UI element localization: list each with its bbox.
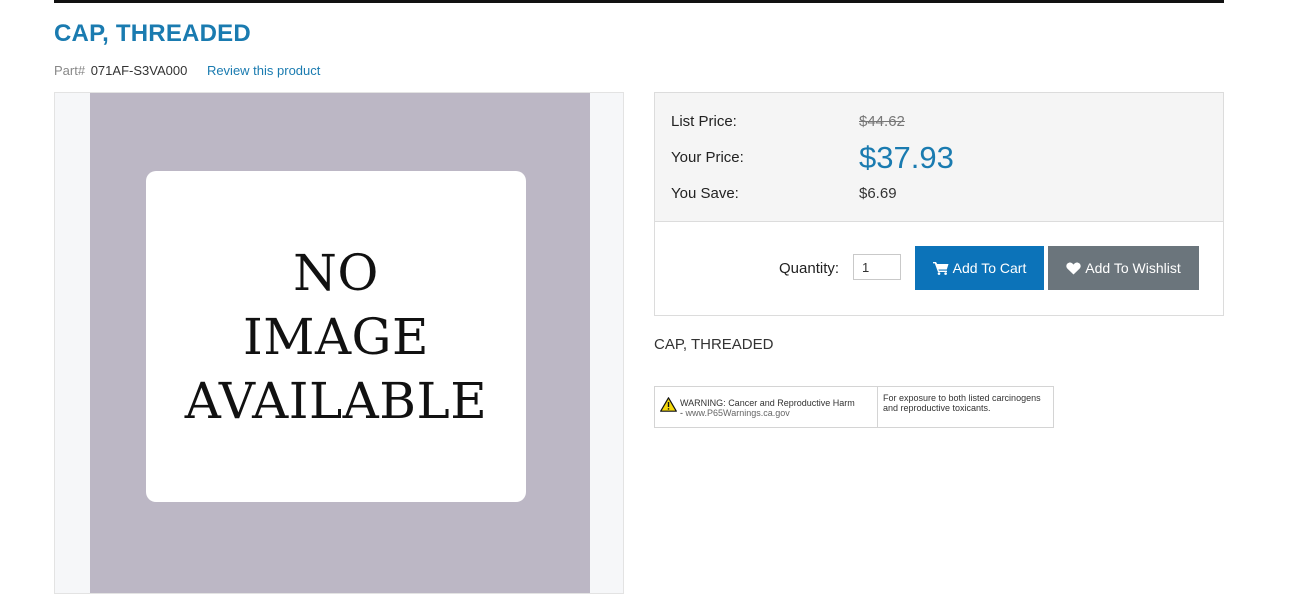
you-save-label: You Save:: [671, 185, 739, 202]
top-divider: [54, 0, 1224, 3]
prop65-link[interactable]: www.P65Warnings.ca.gov: [686, 408, 790, 418]
warning-dash: -: [680, 408, 683, 418]
heart-icon: [1066, 262, 1081, 274]
warning-detail: For exposure to both listed carcinogens …: [883, 393, 1041, 413]
warning-text: WARNING: Cancer and Reproductive Harm - …: [680, 398, 876, 418]
list-price-label: List Price:: [671, 113, 737, 130]
list-price-value: $44.62: [859, 113, 905, 130]
product-short-description: CAP, THREADED: [654, 336, 774, 353]
price-box: List Price: $44.62 Your Price: $37.93 Yo…: [654, 92, 1224, 316]
product-title: CAP, THREADED: [54, 20, 251, 47]
review-product-link[interactable]: Review this product: [207, 63, 320, 78]
no-image-line-2: IMAGE: [243, 307, 429, 366]
you-save-value: $6.69: [859, 185, 897, 202]
warning-prefix: WARNING:: [680, 398, 726, 408]
part-label: Part#: [54, 63, 86, 78]
product-image[interactable]: NO IMAGE AVAILABLE: [90, 93, 590, 593]
quantity-label: Quantity:: [779, 260, 840, 277]
no-image-line-3: AVAILABLE: [184, 371, 488, 430]
prop65-warning: WARNING: Cancer and Reproductive Harm - …: [654, 386, 1054, 428]
your-price-label: Your Price:: [671, 149, 744, 166]
warning-triangle-icon: [660, 397, 677, 412]
add-to-cart-button[interactable]: Add To Cart: [915, 246, 1044, 290]
your-price-value: $37.93: [859, 140, 954, 175]
no-image-line-1: NO: [293, 243, 379, 302]
part-info: Part# 071AF-S3VA000 Review this product: [54, 63, 320, 79]
product-image-panel: NO IMAGE AVAILABLE: [54, 92, 624, 594]
warning-message: Cancer and Reproductive Harm: [728, 398, 855, 408]
product-page: CAP, THREADED Part# 071AF-S3VA000 Review…: [0, 0, 1291, 609]
add-to-cart-label: Add To Cart: [952, 260, 1027, 276]
add-to-wishlist-button[interactable]: Add To Wishlist: [1048, 246, 1199, 290]
add-to-wishlist-label: Add To Wishlist: [1085, 260, 1181, 276]
no-image-placeholder: NO IMAGE AVAILABLE: [146, 171, 526, 502]
quantity-input[interactable]: [853, 254, 901, 280]
shopping-cart-icon: [932, 262, 949, 275]
part-number: 071AF-S3VA000: [90, 63, 188, 78]
warning-left-cell: WARNING: Cancer and Reproductive Harm - …: [655, 387, 878, 427]
price-summary: List Price: $44.62 Your Price: $37.93 Yo…: [655, 93, 1223, 222]
